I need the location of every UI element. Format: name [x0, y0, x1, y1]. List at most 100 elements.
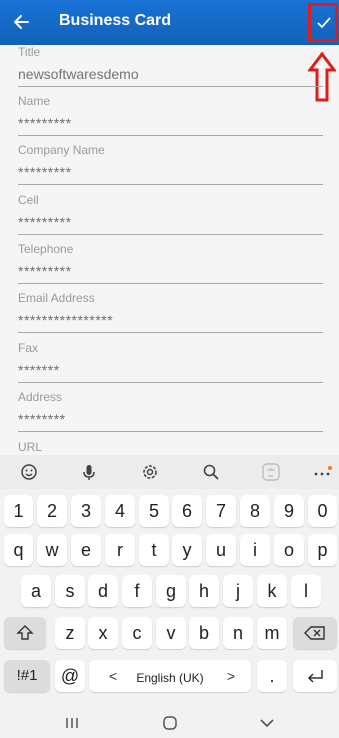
field-label: Email Address [18, 291, 95, 305]
field-underline [18, 135, 323, 136]
recents-icon[interactable] [62, 714, 82, 732]
key-4[interactable]: 4 [105, 495, 135, 527]
key-t[interactable]: t [139, 534, 169, 566]
key-v[interactable]: v [156, 617, 186, 649]
key-h[interactable]: h [189, 575, 219, 607]
search-icon[interactable] [199, 460, 223, 484]
key-c[interactable]: c [122, 617, 152, 649]
enter-icon [307, 670, 323, 683]
field-label: Name [18, 94, 51, 108]
key-y[interactable]: y [172, 534, 202, 566]
field-telephone[interactable]: Telephone ********* [18, 242, 323, 288]
back-button[interactable] [6, 6, 38, 38]
soft-keyboard: 1 2 3 4 5 6 7 8 9 0 q w e r t y u i o p … [0, 455, 339, 708]
field-label: Fax [18, 341, 39, 355]
space-label: English (UK) [136, 671, 204, 685]
field-underline [18, 184, 323, 185]
field-name[interactable]: Name ********* [18, 94, 323, 140]
home-icon[interactable] [160, 714, 180, 732]
field-company-name[interactable]: Company Name ********* [18, 143, 323, 189]
field-label: Cell [18, 193, 39, 207]
app-bar: Business Card [0, 0, 339, 45]
arrow-left-icon [14, 15, 29, 29]
field-email-address[interactable]: Email Address **************** [18, 291, 323, 337]
key-e[interactable]: e [71, 534, 101, 566]
key-z[interactable]: z [55, 617, 85, 649]
key-q[interactable]: q [4, 534, 33, 566]
field-value[interactable]: ********* [18, 263, 72, 279]
emoji-icon[interactable] [17, 460, 41, 484]
key-5[interactable]: 5 [139, 495, 169, 527]
key-f[interactable]: f [122, 575, 152, 607]
key-b[interactable]: b [189, 617, 219, 649]
key-m[interactable]: m [257, 617, 287, 649]
field-address[interactable]: Address ******** [18, 390, 323, 436]
field-label: Title [18, 45, 41, 59]
key-7[interactable]: 7 [206, 495, 236, 527]
key-p[interactable]: p [308, 534, 337, 566]
key-3[interactable]: 3 [71, 495, 101, 527]
field-fax[interactable]: Fax ******* [18, 341, 323, 387]
microphone-icon[interactable] [77, 460, 101, 484]
shift-key[interactable] [4, 617, 46, 649]
business-card-form: Title newsoftwaresdemo Name ********* Co… [0, 45, 339, 455]
space-right-arrow: > [226, 668, 235, 684]
save-button[interactable] [308, 3, 338, 42]
field-label: URL [18, 440, 43, 454]
key-g[interactable]: g [156, 575, 186, 607]
field-underline [18, 382, 323, 383]
key-l[interactable]: l [291, 575, 321, 607]
field-value[interactable]: ********* [18, 115, 72, 131]
key-i[interactable]: i [240, 534, 270, 566]
field-value[interactable]: ******* [18, 362, 60, 378]
more-icon[interactable] [310, 460, 334, 484]
field-underline [18, 86, 323, 87]
field-url[interactable]: URL [18, 440, 323, 455]
field-underline [18, 234, 323, 235]
field-underline [18, 431, 323, 432]
field-title[interactable]: Title newsoftwaresdemo [18, 45, 323, 91]
at-key[interactable]: @ [55, 660, 85, 692]
key-a[interactable]: a [21, 575, 51, 607]
key-n[interactable]: n [223, 617, 253, 649]
enter-key[interactable] [293, 660, 337, 692]
field-cell[interactable]: Cell ********* [18, 193, 323, 239]
field-value[interactable]: ******** [18, 411, 66, 427]
space-left-arrow: < [109, 668, 118, 684]
page-title: Business Card [59, 12, 172, 29]
key-9[interactable]: 9 [274, 495, 304, 527]
key-x[interactable]: x [88, 617, 118, 649]
back-chevron-icon[interactable] [257, 714, 277, 732]
key-u[interactable]: u [206, 534, 236, 566]
key-0[interactable]: 0 [308, 495, 337, 527]
symbols-key[interactable]: !#1 [4, 660, 50, 692]
space-key[interactable]: < English (UK) > [89, 660, 251, 692]
key-2[interactable]: 2 [37, 495, 67, 527]
system-nav-bar [0, 708, 339, 738]
field-label: Telephone [18, 242, 74, 256]
check-icon [317, 17, 331, 29]
key-k[interactable]: k [257, 575, 287, 607]
key-o[interactable]: o [274, 534, 304, 566]
settings-icon[interactable] [138, 460, 162, 484]
backspace-key[interactable] [293, 617, 337, 649]
field-value[interactable]: ********* [18, 214, 72, 230]
shift-icon [16, 625, 34, 640]
field-value[interactable]: **************** [18, 312, 113, 328]
field-value[interactable]: ********* [18, 164, 72, 180]
translate-icon[interactable] [259, 460, 283, 484]
period-key[interactable]: . [257, 660, 287, 692]
field-underline [18, 283, 323, 284]
key-w[interactable]: w [37, 534, 67, 566]
key-8[interactable]: 8 [240, 495, 270, 527]
field-value[interactable]: newsoftwaresdemo [18, 66, 139, 82]
key-j[interactable]: j [223, 575, 253, 607]
key-s[interactable]: s [55, 575, 85, 607]
key-d[interactable]: d [88, 575, 118, 607]
field-label: Company Name [18, 143, 105, 157]
keyboard-toolbar [0, 455, 339, 489]
key-6[interactable]: 6 [172, 495, 202, 527]
key-1[interactable]: 1 [4, 495, 33, 527]
key-r[interactable]: r [105, 534, 135, 566]
field-underline [18, 332, 323, 333]
